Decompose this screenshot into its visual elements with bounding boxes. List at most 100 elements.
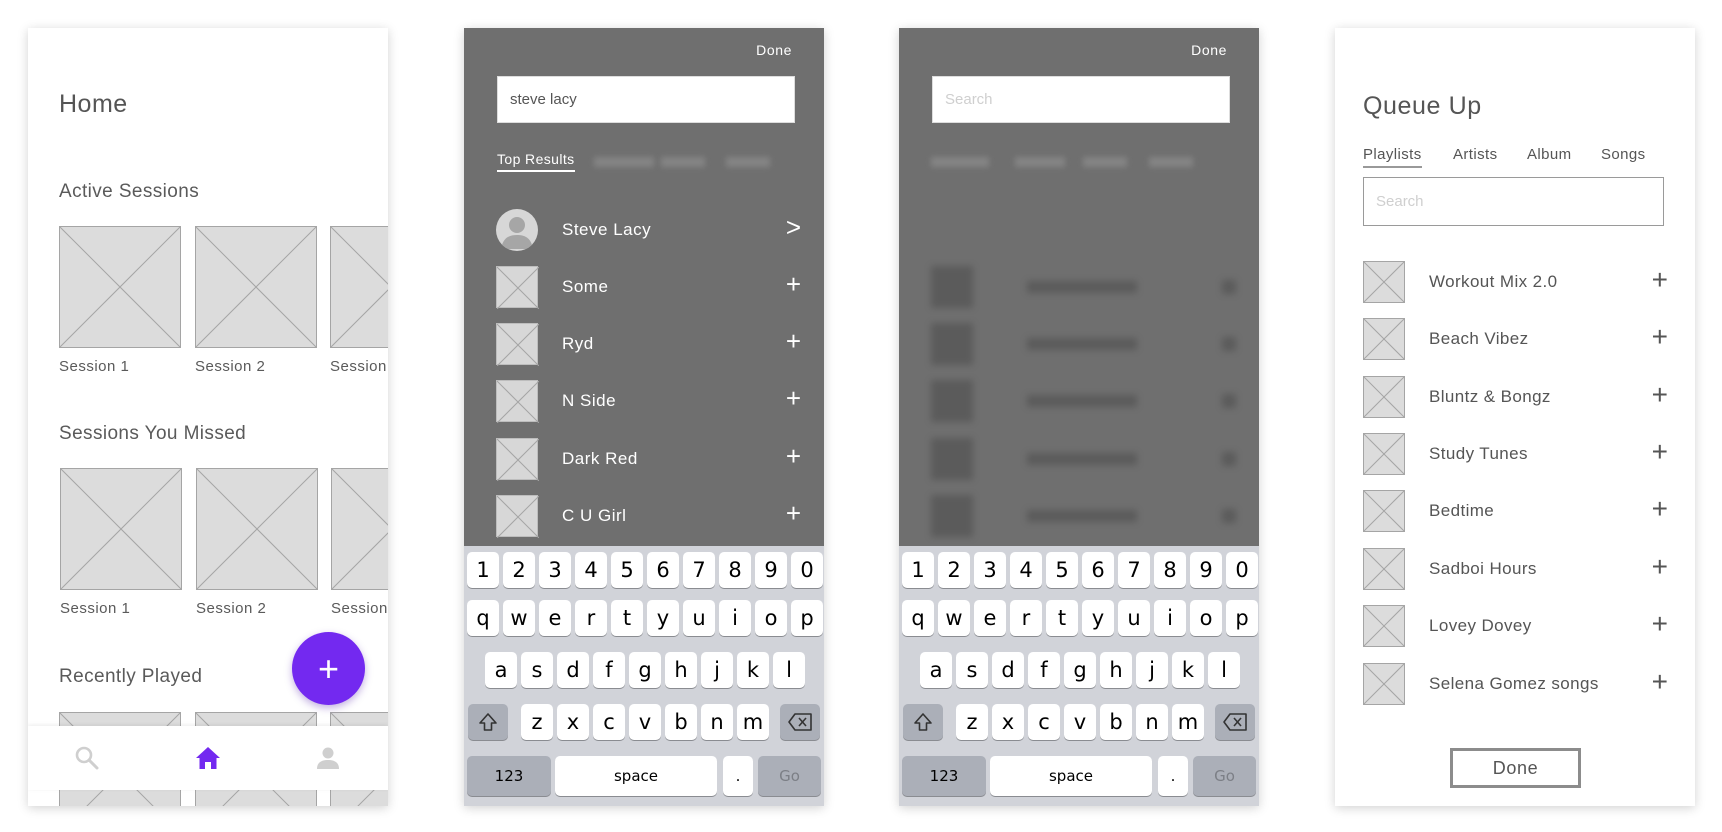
key[interactable]: b — [665, 704, 697, 740]
period-key[interactable]: . — [723, 756, 753, 796]
playlist-row[interactable]: Workout Mix 2.0 + — [1362, 260, 1668, 305]
plus-icon[interactable]: + — [1652, 495, 1668, 523]
numbers-key[interactable]: 123 — [902, 756, 986, 796]
key[interactable]: i — [719, 600, 751, 636]
key[interactable]: s — [521, 652, 553, 688]
done-button[interactable]: Done — [1191, 42, 1227, 58]
key[interactable]: u — [683, 600, 715, 636]
key[interactable]: a — [920, 652, 952, 688]
key[interactable]: 4 — [1010, 552, 1042, 588]
key[interactable]: p — [1226, 600, 1258, 636]
plus-icon[interactable]: + — [786, 328, 801, 354]
plus-icon[interactable]: + — [1652, 323, 1668, 351]
key[interactable]: y — [1082, 600, 1114, 636]
add-session-button[interactable]: + — [292, 632, 365, 705]
key[interactable]: c — [593, 704, 625, 740]
chevron-right-icon[interactable]: > — [786, 214, 801, 240]
key[interactable]: t — [1046, 600, 1078, 636]
key[interactable]: w — [503, 600, 535, 636]
key[interactable]: k — [737, 652, 769, 688]
go-key[interactable]: Go — [1193, 756, 1256, 796]
key[interactable]: i — [1154, 600, 1186, 636]
shift-icon[interactable] — [903, 704, 943, 740]
key[interactable]: 6 — [1082, 552, 1114, 588]
go-key[interactable]: Go — [758, 756, 821, 796]
song-result-row[interactable]: Ryd + — [496, 323, 801, 367]
tab-album[interactable]: Album — [1527, 146, 1572, 163]
search-icon[interactable] — [73, 744, 101, 772]
key[interactable]: h — [1100, 652, 1132, 688]
song-result-row[interactable]: Some + — [496, 266, 801, 310]
key[interactable]: s — [956, 652, 988, 688]
key[interactable]: 9 — [1190, 552, 1222, 588]
key[interactable]: c — [1028, 704, 1060, 740]
key[interactable]: l — [773, 652, 805, 688]
key[interactable]: z — [956, 704, 988, 740]
key[interactable]: h — [665, 652, 697, 688]
key[interactable]: w — [938, 600, 970, 636]
search-input[interactable]: Search — [932, 76, 1230, 123]
tab-top-results[interactable]: Top Results — [497, 151, 575, 172]
key[interactable]: 5 — [1046, 552, 1078, 588]
plus-icon[interactable]: + — [1652, 668, 1668, 696]
search-input[interactable]: Search — [1363, 177, 1664, 226]
key[interactable]: 6 — [647, 552, 679, 588]
plus-icon[interactable]: + — [1652, 610, 1668, 638]
home-icon[interactable] — [194, 744, 222, 772]
shift-icon[interactable] — [468, 704, 508, 740]
playlist-row[interactable]: Beach Vibez + — [1362, 317, 1668, 362]
key[interactable]: n — [701, 704, 733, 740]
playlist-row[interactable]: Study Tunes + — [1362, 432, 1668, 477]
key[interactable]: e — [974, 600, 1006, 636]
plus-icon[interactable]: + — [1652, 553, 1668, 581]
key[interactable]: 8 — [719, 552, 751, 588]
key[interactable]: 1 — [467, 552, 499, 588]
key[interactable]: x — [992, 704, 1024, 740]
key[interactable]: 7 — [683, 552, 715, 588]
key[interactable]: f — [593, 652, 625, 688]
key[interactable]: l — [1208, 652, 1240, 688]
key[interactable]: t — [611, 600, 643, 636]
song-result-row[interactable]: Dark Red + — [496, 438, 801, 482]
key[interactable]: 9 — [755, 552, 787, 588]
key[interactable]: 3 — [974, 552, 1006, 588]
key[interactable]: o — [755, 600, 787, 636]
plus-icon[interactable]: + — [1652, 381, 1668, 409]
session-thumbnail[interactable] — [196, 468, 318, 590]
key[interactable]: 5 — [611, 552, 643, 588]
session-thumbnail[interactable] — [60, 468, 182, 590]
plus-icon[interactable]: + — [786, 385, 801, 411]
song-result-row[interactable]: C U Girl + — [496, 495, 801, 539]
profile-icon[interactable] — [314, 744, 342, 772]
tab-playlists[interactable]: Playlists — [1363, 146, 1422, 168]
tab-artists[interactable]: Artists — [1453, 146, 1497, 163]
plus-icon[interactable]: + — [786, 271, 801, 297]
key[interactable]: 7 — [1118, 552, 1150, 588]
key[interactable]: m — [1172, 704, 1204, 740]
key[interactable]: k — [1172, 652, 1204, 688]
plus-icon[interactable]: + — [1652, 266, 1668, 294]
song-result-row[interactable]: N Side + — [496, 380, 801, 424]
space-key[interactable]: space — [555, 756, 717, 796]
session-thumbnail[interactable] — [195, 226, 317, 348]
key[interactable]: n — [1136, 704, 1168, 740]
key[interactable]: x — [557, 704, 589, 740]
playlist-row[interactable]: Bluntz & Bongz + — [1362, 375, 1668, 420]
key[interactable]: q — [467, 600, 499, 636]
key[interactable]: r — [1010, 600, 1042, 636]
search-input[interactable]: steve lacy — [497, 76, 795, 123]
tab-songs[interactable]: Songs — [1601, 146, 1646, 163]
key[interactable]: 1 — [902, 552, 934, 588]
backspace-icon[interactable] — [1215, 704, 1255, 740]
key[interactable]: 0 — [791, 552, 823, 588]
key[interactable]: m — [737, 704, 769, 740]
session-thumbnail[interactable] — [59, 226, 181, 348]
key[interactable]: g — [1064, 652, 1096, 688]
plus-icon[interactable]: + — [1652, 438, 1668, 466]
key[interactable]: 4 — [575, 552, 607, 588]
session-thumbnail[interactable] — [331, 468, 388, 590]
key[interactable]: j — [1136, 652, 1168, 688]
key[interactable]: u — [1118, 600, 1150, 636]
key[interactable]: j — [701, 652, 733, 688]
key[interactable]: r — [575, 600, 607, 636]
